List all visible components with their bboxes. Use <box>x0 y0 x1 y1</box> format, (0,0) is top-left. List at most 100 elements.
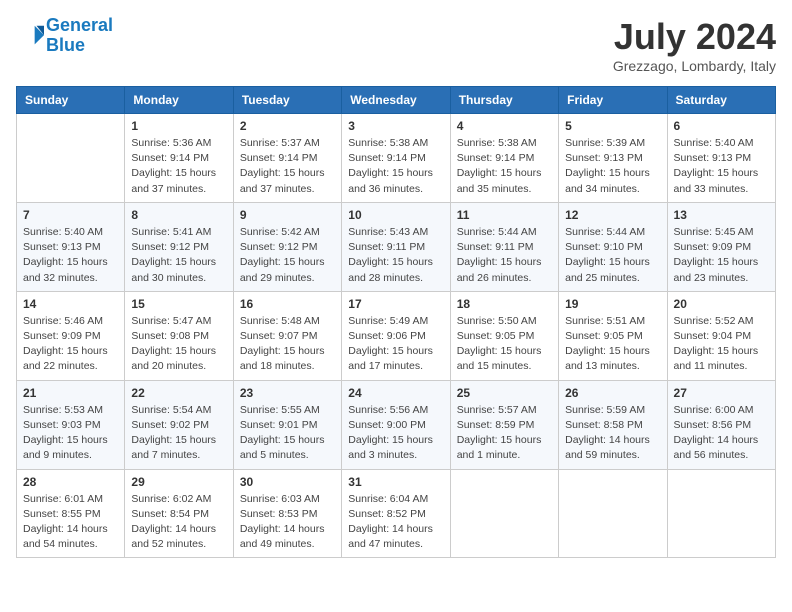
day-info: Sunrise: 6:03 AMSunset: 8:53 PMDaylight:… <box>240 493 325 551</box>
day-info: Sunrise: 5:39 AMSunset: 9:13 PMDaylight:… <box>565 137 650 195</box>
day-cell: 23Sunrise: 5:55 AMSunset: 9:01 PMDayligh… <box>233 380 341 469</box>
calendar-table: SundayMondayTuesdayWednesdayThursdayFrid… <box>16 86 776 558</box>
day-number: 28 <box>23 475 118 489</box>
weekday-tuesday: Tuesday <box>233 87 341 114</box>
day-info: Sunrise: 5:38 AMSunset: 9:14 PMDaylight:… <box>457 137 542 195</box>
day-cell: 22 Sunrise: 5:54 AMSunset: 9:02 PMDayligh… <box>125 380 233 469</box>
day-info: Sunrise: 5:49 AMSunset: 9:06 PMDaylight:… <box>348 315 433 373</box>
calendar-body: 1 Sunrise: 5:36 AMSunset: 9:14 PMDaylight… <box>17 114 776 558</box>
day-number: 3 <box>348 119 443 133</box>
day-cell: 1 Sunrise: 5:36 AMSunset: 9:14 PMDaylight… <box>125 114 233 203</box>
week-row-3: 14 Sunrise: 5:46 AMSunset: 9:09 PMDayligh… <box>17 291 776 380</box>
day-number: 4 <box>457 119 552 133</box>
day-info: Sunrise: 6:04 AMSunset: 8:52 PMDaylight:… <box>348 493 433 551</box>
day-info: Sunrise: 5:44 AMSunset: 9:11 PMDaylight:… <box>457 226 542 284</box>
day-cell <box>559 469 667 558</box>
day-info: Sunrise: 5:53 AMSunset: 9:03 PMDaylight:… <box>23 404 108 462</box>
day-cell: 3Sunrise: 5:38 AMSunset: 9:14 PMDaylight… <box>342 114 450 203</box>
day-number: 5 <box>565 119 660 133</box>
day-cell: 6 Sunrise: 5:40 AMSunset: 9:13 PMDaylight… <box>667 114 775 203</box>
day-number: 13 <box>674 208 769 222</box>
logo-text: GeneralBlue <box>46 16 113 56</box>
day-cell: 28 Sunrise: 6:01 AMSunset: 8:55 PMDayligh… <box>17 469 125 558</box>
day-info: Sunrise: 5:36 AMSunset: 9:14 PMDaylight:… <box>131 137 216 195</box>
day-cell <box>450 469 558 558</box>
day-number: 15 <box>131 297 226 311</box>
day-cell: 10 Sunrise: 5:43 AMSunset: 9:11 PMDayligh… <box>342 202 450 291</box>
day-number: 27 <box>674 386 769 400</box>
logo-icon <box>16 22 44 50</box>
day-info: Sunrise: 5:57 AMSunset: 8:59 PMDaylight:… <box>457 404 542 462</box>
day-info: Sunrise: 5:54 AMSunset: 9:02 PMDaylight:… <box>131 404 216 462</box>
day-info: Sunrise: 5:40 AMSunset: 9:13 PMDaylight:… <box>674 137 759 195</box>
day-number: 2 <box>240 119 335 133</box>
day-number: 11 <box>457 208 552 222</box>
day-number: 22 <box>131 386 226 400</box>
weekday-saturday: Saturday <box>667 87 775 114</box>
day-cell: 29 Sunrise: 6:02 AMSunset: 8:54 PMDayligh… <box>125 469 233 558</box>
day-number: 16 <box>240 297 335 311</box>
week-row-5: 28 Sunrise: 6:01 AMSunset: 8:55 PMDayligh… <box>17 469 776 558</box>
day-info: Sunrise: 5:40 AMSunset: 9:13 PMDaylight:… <box>23 226 108 284</box>
day-cell: 13Sunrise: 5:45 AMSunset: 9:09 PMDayligh… <box>667 202 775 291</box>
day-number: 30 <box>240 475 335 489</box>
day-number: 1 <box>131 119 226 133</box>
day-cell <box>17 114 125 203</box>
day-number: 24 <box>348 386 443 400</box>
day-cell: 31 Sunrise: 6:04 AMSunset: 8:52 PMDayligh… <box>342 469 450 558</box>
weekday-monday: Monday <box>125 87 233 114</box>
day-cell: 21Sunrise: 5:53 AMSunset: 9:03 PMDayligh… <box>17 380 125 469</box>
day-number: 7 <box>23 208 118 222</box>
calendar-header: SundayMondayTuesdayWednesdayThursdayFrid… <box>17 87 776 114</box>
day-info: Sunrise: 5:56 AMSunset: 9:00 PMDaylight:… <box>348 404 433 462</box>
day-cell: 19 Sunrise: 5:51 AMSunset: 9:05 PMDayligh… <box>559 291 667 380</box>
weekday-sunday: Sunday <box>17 87 125 114</box>
title-month: July 2024 <box>613 16 776 58</box>
day-cell <box>667 469 775 558</box>
day-info: Sunrise: 5:59 AMSunset: 8:58 PMDaylight:… <box>565 404 650 462</box>
page-header: GeneralBlue July 2024 Grezzago, Lombardy… <box>16 16 776 74</box>
day-info: Sunrise: 5:44 AMSunset: 9:10 PMDaylight:… <box>565 226 650 284</box>
day-cell: 27 Sunrise: 6:00 AMSunset: 8:56 PMDayligh… <box>667 380 775 469</box>
day-number: 29 <box>131 475 226 489</box>
weekday-friday: Friday <box>559 87 667 114</box>
day-number: 6 <box>674 119 769 133</box>
day-info: Sunrise: 5:41 AMSunset: 9:12 PMDaylight:… <box>131 226 216 284</box>
day-cell: 5 Sunrise: 5:39 AMSunset: 9:13 PMDaylight… <box>559 114 667 203</box>
title-block: July 2024 Grezzago, Lombardy, Italy <box>613 16 776 74</box>
day-info: Sunrise: 5:48 AMSunset: 9:07 PMDaylight:… <box>240 315 325 373</box>
logo: GeneralBlue <box>16 16 113 56</box>
day-number: 31 <box>348 475 443 489</box>
day-number: 19 <box>565 297 660 311</box>
day-number: 12 <box>565 208 660 222</box>
day-cell: 12 Sunrise: 5:44 AMSunset: 9:10 PMDayligh… <box>559 202 667 291</box>
day-info: Sunrise: 6:00 AMSunset: 8:56 PMDaylight:… <box>674 404 759 462</box>
day-cell: 15 Sunrise: 5:47 AMSunset: 9:08 PMDayligh… <box>125 291 233 380</box>
day-number: 10 <box>348 208 443 222</box>
day-info: Sunrise: 5:51 AMSunset: 9:05 PMDaylight:… <box>565 315 650 373</box>
week-row-2: 7 Sunrise: 5:40 AMSunset: 9:13 PMDaylight… <box>17 202 776 291</box>
day-info: Sunrise: 6:02 AMSunset: 8:54 PMDaylight:… <box>131 493 216 551</box>
day-cell: 2Sunrise: 5:37 AMSunset: 9:14 PMDaylight… <box>233 114 341 203</box>
day-info: Sunrise: 6:01 AMSunset: 8:55 PMDaylight:… <box>23 493 108 551</box>
day-cell: 4 Sunrise: 5:38 AMSunset: 9:14 PMDaylight… <box>450 114 558 203</box>
weekday-thursday: Thursday <box>450 87 558 114</box>
day-number: 8 <box>131 208 226 222</box>
day-info: Sunrise: 5:46 AMSunset: 9:09 PMDaylight:… <box>23 315 108 373</box>
day-number: 14 <box>23 297 118 311</box>
weekday-wednesday: Wednesday <box>342 87 450 114</box>
day-info: Sunrise: 5:42 AMSunset: 9:12 PMDaylight:… <box>240 226 325 284</box>
day-cell: 26 Sunrise: 5:59 AMSunset: 8:58 PMDayligh… <box>559 380 667 469</box>
day-cell: 20Sunrise: 5:52 AMSunset: 9:04 PMDayligh… <box>667 291 775 380</box>
day-cell: 17Sunrise: 5:49 AMSunset: 9:06 PMDayligh… <box>342 291 450 380</box>
day-info: Sunrise: 5:47 AMSunset: 9:08 PMDaylight:… <box>131 315 216 373</box>
day-info: Sunrise: 5:52 AMSunset: 9:04 PMDaylight:… <box>674 315 759 373</box>
day-cell: 9 Sunrise: 5:42 AMSunset: 9:12 PMDaylight… <box>233 202 341 291</box>
day-cell: 24 Sunrise: 5:56 AMSunset: 9:00 PMDayligh… <box>342 380 450 469</box>
day-number: 18 <box>457 297 552 311</box>
day-number: 9 <box>240 208 335 222</box>
day-info: Sunrise: 5:43 AMSunset: 9:11 PMDaylight:… <box>348 226 433 284</box>
day-cell: 16 Sunrise: 5:48 AMSunset: 9:07 PMDayligh… <box>233 291 341 380</box>
day-number: 26 <box>565 386 660 400</box>
day-cell: 30 Sunrise: 6:03 AMSunset: 8:53 PMDayligh… <box>233 469 341 558</box>
